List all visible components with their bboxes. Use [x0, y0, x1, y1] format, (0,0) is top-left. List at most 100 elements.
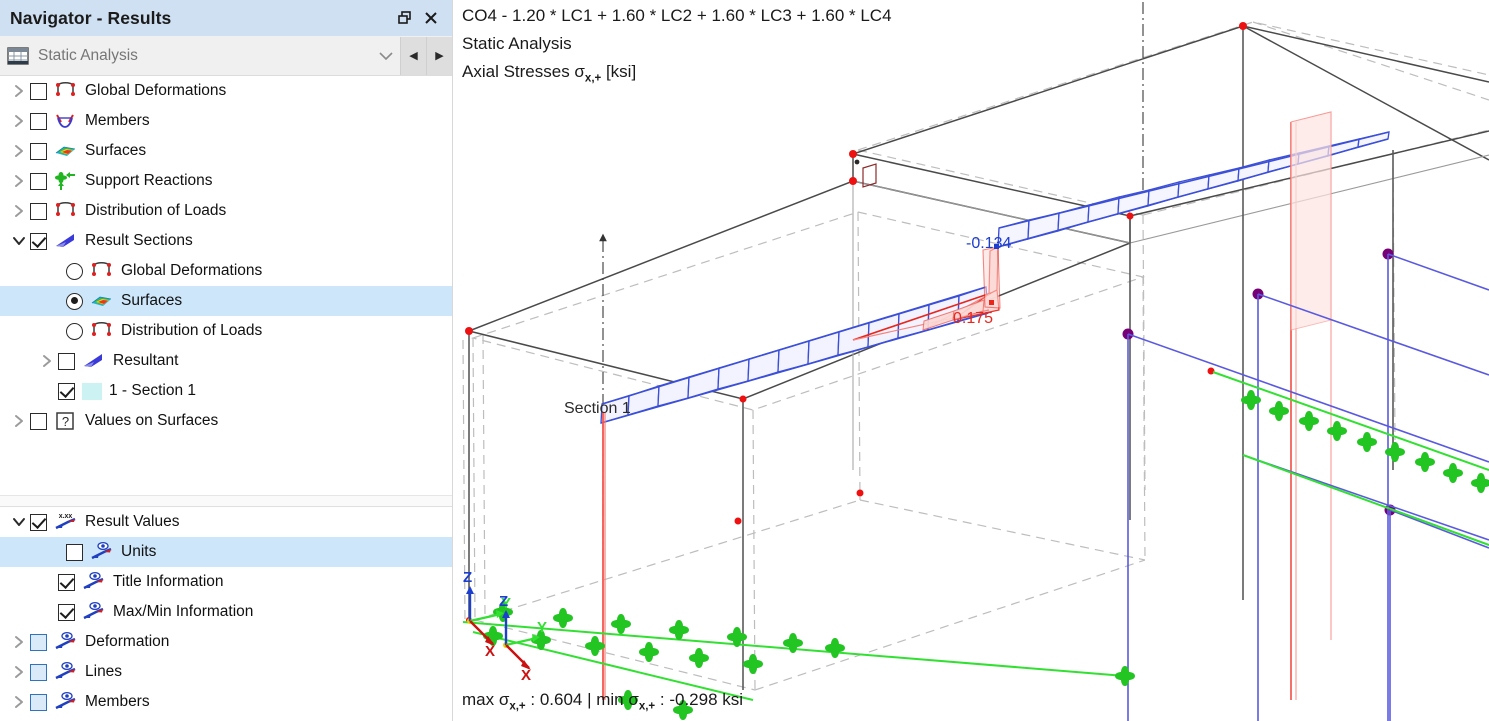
expander-spacer: [44, 537, 66, 567]
min-subscript: x,+: [639, 700, 655, 712]
tree-item-label: Result Values: [85, 514, 179, 530]
checkbox[interactable]: [30, 203, 47, 220]
chevron-right-icon[interactable]: [8, 657, 30, 687]
tree-item-result-values[interactable]: x.xxResult Values: [0, 507, 452, 537]
tree-item-lines[interactable]: Lines: [0, 657, 452, 687]
next-button[interactable]: ▶: [426, 37, 452, 75]
visibility-icon: [90, 541, 113, 563]
viewport-maxmin-info: max σx,+ : 0.604 | min σx,+ : -0.298 ksi: [462, 690, 743, 712]
checkbox[interactable]: [30, 173, 47, 190]
checkbox[interactable]: [30, 83, 47, 100]
tree-item-label: Title Information: [113, 574, 224, 590]
tree-item-label: Units: [121, 544, 156, 560]
tree-item-label: Global Deformations: [85, 83, 226, 99]
deformation-icon: [90, 320, 113, 342]
tree-item-label: Distribution of Loads: [85, 203, 226, 219]
checkbox[interactable]: [30, 143, 47, 160]
visibility-icon: [54, 661, 77, 683]
navigator-panel: Navigator - Results Static Analysis: [0, 0, 453, 721]
max-subscript: x,+: [509, 700, 525, 712]
checkbox[interactable]: [58, 353, 75, 370]
checkbox[interactable]: [58, 383, 75, 400]
prev-button[interactable]: ◀: [400, 37, 426, 75]
tree-item-values-on-surfaces[interactable]: ?Values on Surfaces: [0, 406, 452, 436]
analysis-type-combobox[interactable]: Static Analysis ◀ ▶: [0, 36, 452, 76]
visibility-icon: [82, 571, 105, 593]
value-label-tension: 0.175: [953, 310, 993, 328]
tree-item-global-deformations[interactable]: Global Deformations: [0, 256, 452, 286]
chevron-right-icon[interactable]: [8, 136, 30, 166]
tree-item-label: Surfaces: [121, 293, 182, 309]
pane-splitter[interactable]: [0, 495, 452, 507]
tree-item-label: Members: [85, 694, 150, 710]
visibility-icon: [54, 691, 77, 713]
chevron-right-icon[interactable]: [8, 406, 30, 436]
checkbox[interactable]: [30, 664, 47, 681]
chevron-down-icon[interactable]: [8, 507, 30, 537]
chevron-right-icon[interactable]: [8, 166, 30, 196]
radio-button[interactable]: [66, 293, 83, 310]
question-icon: ?: [54, 410, 77, 432]
checkbox[interactable]: [30, 634, 47, 651]
close-icon[interactable]: [418, 5, 444, 31]
members-icon: [54, 110, 77, 132]
tree-item-distribution-of-loads[interactable]: Distribution of Loads: [0, 316, 452, 346]
expander-spacer: [36, 376, 58, 406]
tree-item-result-sections[interactable]: Result Sections: [0, 226, 452, 256]
svg-text:X: X: [485, 643, 495, 660]
checkbox[interactable]: [30, 694, 47, 711]
chevron-right-icon[interactable]: [8, 76, 30, 106]
chevron-right-icon[interactable]: [8, 106, 30, 136]
checkbox[interactable]: [66, 544, 83, 561]
viewport-header-analysis: Static Analysis: [462, 34, 572, 54]
svg-text:Z: Z: [463, 569, 472, 586]
surfaces-icon: [54, 140, 77, 162]
checkbox[interactable]: [30, 514, 47, 531]
viewport-header-quantity: Axial Stresses σx,+ [ksi]: [462, 62, 636, 84]
svg-text:?: ?: [62, 414, 69, 429]
svg-text:X: X: [521, 667, 531, 684]
restore-icon[interactable]: [392, 5, 418, 31]
chevron-down-icon[interactable]: [372, 37, 400, 75]
tree-item-deformation[interactable]: Deformation: [0, 627, 452, 657]
tree-item-surfaces[interactable]: Surfaces: [0, 286, 452, 316]
tree-item-members[interactable]: Members: [0, 687, 452, 717]
deformation-icon: [90, 260, 113, 282]
expander-spacer: [44, 286, 66, 316]
tree-item-1-section-1[interactable]: 1 - Section 1: [0, 376, 452, 406]
radio-button[interactable]: [66, 263, 83, 280]
checkbox[interactable]: [30, 113, 47, 130]
tree-item-support-reactions[interactable]: Support Reactions: [0, 166, 452, 196]
tree-item-members[interactable]: Members: [0, 106, 452, 136]
tree-item-max-min-information[interactable]: Max/Min Information: [0, 597, 452, 627]
visibility-icon: [82, 601, 105, 623]
min-value: : -0.298 ksi: [655, 690, 743, 709]
panel-title: Navigator - Results: [10, 8, 171, 29]
checkbox[interactable]: [30, 413, 47, 430]
result-sections-icon: [54, 230, 77, 252]
quantity-prefix: Axial Stresses σ: [462, 62, 585, 81]
model-viewport[interactable]: Z Y X Z Y X: [453, 0, 1489, 721]
checkbox[interactable]: [58, 574, 75, 591]
tree-item-global-deformations[interactable]: Global Deformations: [0, 76, 452, 106]
tree-item-surfaces[interactable]: Surfaces: [0, 136, 452, 166]
tree-item-resultant[interactable]: Resultant: [0, 346, 452, 376]
chevron-right-icon[interactable]: [8, 687, 30, 717]
visibility-icon: [54, 631, 77, 653]
tree-item-label: Global Deformations: [121, 263, 262, 279]
chevron-right-icon[interactable]: [8, 196, 30, 226]
checkbox[interactable]: [30, 233, 47, 250]
tree-item-distribution-of-loads[interactable]: Distribution of Loads: [0, 196, 452, 226]
checkbox[interactable]: [58, 604, 75, 621]
chevron-right-icon[interactable]: [8, 627, 30, 657]
tree-item-label: Resultant: [113, 353, 178, 369]
color-swatch: [82, 383, 102, 400]
tree-item-title-information[interactable]: Title Information: [0, 567, 452, 597]
radio-button[interactable]: [66, 323, 83, 340]
tree-item-units[interactable]: Units: [0, 537, 452, 567]
chevron-down-icon[interactable]: [8, 226, 30, 256]
surfaces-icon: [90, 290, 113, 312]
chevron-right-icon[interactable]: [36, 346, 58, 376]
tree-item-label: 1 - Section 1: [109, 383, 196, 399]
deformation-icon: [54, 200, 77, 222]
